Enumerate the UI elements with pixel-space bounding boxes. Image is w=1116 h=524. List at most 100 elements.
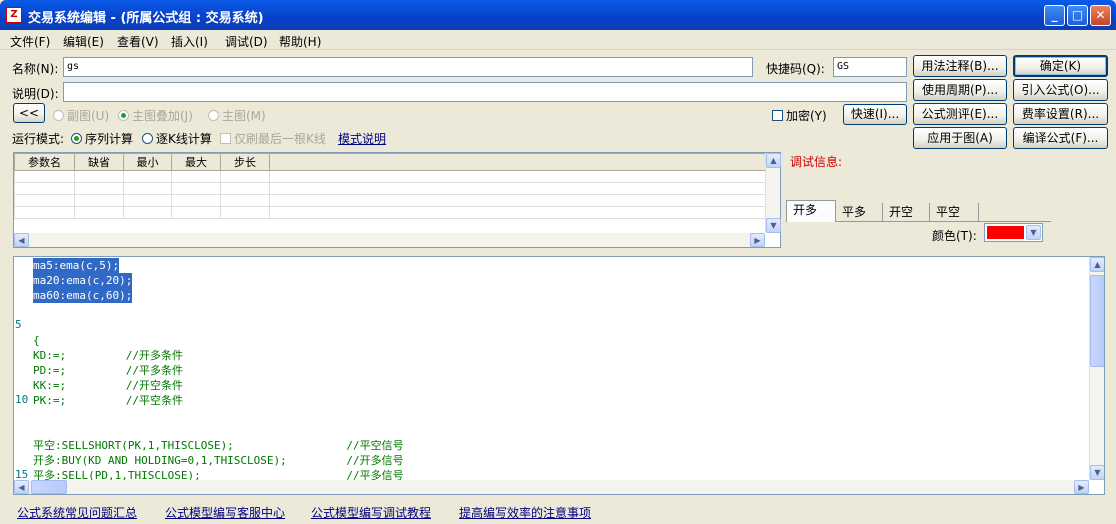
table-row[interactable] bbox=[14, 206, 766, 219]
scroll-left-icon[interactable]: ◀ bbox=[14, 480, 29, 494]
window-title: 交易系统编辑 - (所属公式组 : 交易系统) bbox=[28, 11, 264, 26]
description-input[interactable] bbox=[63, 82, 907, 102]
option-subchart[interactable]: 副图(U) bbox=[53, 107, 109, 124]
serial-radio[interactable] bbox=[71, 133, 82, 144]
import-formula-button[interactable]: 引入公式(O)... bbox=[1013, 79, 1108, 101]
mode-help-link[interactable]: 模式说明 bbox=[338, 130, 386, 147]
code-line[interactable]: PD:=; //平多条件 bbox=[33, 363, 183, 378]
debug-info-label: 调试信息: bbox=[790, 155, 843, 169]
line-number: 10 bbox=[15, 393, 29, 406]
code-line[interactable]: ma5:ema(c,5); bbox=[33, 258, 120, 273]
footer-link-support[interactable]: 公式模型编写客服中心 bbox=[165, 504, 285, 521]
maximize-button[interactable]: □ bbox=[1067, 5, 1088, 26]
menu-file[interactable]: 文件(F) bbox=[10, 33, 50, 50]
encrypt-checkbox[interactable] bbox=[772, 110, 783, 121]
menu-bar: 文件(F) 编辑(E) 查看(V) 插入(I) 调试(D) 帮助(H) bbox=[0, 30, 1116, 50]
code-line[interactable]: ma20:ema(c,20); bbox=[33, 273, 133, 288]
hotkey-input[interactable]: GS bbox=[833, 57, 907, 77]
name-input[interactable]: gs bbox=[63, 57, 753, 77]
line-number: 5 bbox=[15, 318, 22, 331]
close-button[interactable]: ✕ bbox=[1090, 5, 1111, 26]
app-icon: Z bbox=[6, 7, 22, 23]
tab-open-long[interactable]: 开多 bbox=[786, 200, 836, 222]
scroll-right-icon[interactable]: ▶ bbox=[750, 233, 765, 247]
use-period-button[interactable]: 使用周期(P)... bbox=[913, 79, 1007, 101]
menu-debug[interactable]: 调试(D) bbox=[225, 33, 268, 50]
hscroll-thumb[interactable] bbox=[31, 480, 67, 494]
ok-button[interactable]: 确定(K) bbox=[1013, 55, 1108, 77]
scroll-up-icon[interactable]: ▲ bbox=[1090, 257, 1104, 272]
subchart-radio[interactable] bbox=[53, 110, 64, 121]
code-editor[interactable]: ma5:ema(c,5); ma20:ema(c,20); ma60:ema(c,6… bbox=[13, 256, 1105, 495]
param-vscrollbar[interactable]: ▲ ▼ bbox=[765, 153, 781, 233]
encrypt-option[interactable]: 加密(Y) bbox=[772, 107, 827, 124]
bar-label: 逐K线计算 bbox=[156, 132, 212, 146]
code-line[interactable]: KK:=; //开空条件 bbox=[33, 378, 183, 393]
name-label: 名称(N): bbox=[12, 62, 59, 76]
menu-view[interactable]: 查看(V) bbox=[117, 33, 159, 50]
collapse-button[interactable]: << bbox=[13, 103, 45, 123]
tab-close-long[interactable]: 平多 bbox=[836, 203, 883, 222]
run-mode-label: 运行模式: bbox=[12, 132, 65, 146]
editor-hscrollbar[interactable]: ◀ ▶ bbox=[14, 480, 1089, 494]
last-bar-checkbox[interactable] bbox=[220, 133, 231, 144]
title-bar[interactable]: Z 交易系统编辑 - (所属公式组 : 交易系统) _ □ ✕ bbox=[0, 0, 1116, 30]
header-max[interactable]: 最大 bbox=[171, 153, 221, 171]
param-hscrollbar[interactable]: ◀ ▶ bbox=[14, 233, 765, 247]
scroll-up-icon[interactable]: ▲ bbox=[766, 153, 781, 168]
menu-edit[interactable]: 编辑(E) bbox=[63, 33, 104, 50]
bar-radio[interactable] bbox=[142, 133, 153, 144]
tab-close-short[interactable]: 平空 bbox=[930, 203, 979, 222]
scroll-right-icon[interactable]: ▶ bbox=[1074, 480, 1089, 494]
apply-chart-button[interactable]: 应用于图(A) bbox=[913, 127, 1007, 149]
editor-vscrollbar[interactable]: ▲ ▼ bbox=[1089, 257, 1104, 480]
scroll-down-icon[interactable]: ▼ bbox=[766, 218, 781, 233]
description-label: 说明(D): bbox=[12, 87, 59, 101]
code-line[interactable]: 平空:SELLSHORT(PK,1,THISCLOSE); //平空信号 bbox=[33, 438, 404, 453]
header-min[interactable]: 最小 bbox=[123, 153, 172, 171]
chevron-down-icon[interactable]: ▼ bbox=[1026, 225, 1041, 240]
table-row[interactable] bbox=[14, 170, 766, 183]
serial-label: 序列计算 bbox=[85, 132, 134, 146]
footer-link-faq[interactable]: 公式系统常见问题汇总 bbox=[17, 504, 137, 521]
color-label: 颜色(T): bbox=[932, 229, 977, 243]
quick-button[interactable]: 快速(I)... bbox=[843, 104, 907, 125]
menu-help[interactable]: 帮助(H) bbox=[279, 33, 321, 50]
code-line[interactable]: PK:=; //平空条件 bbox=[33, 393, 183, 408]
fee-settings-button[interactable]: 费率设置(R)... bbox=[1013, 103, 1108, 125]
code-line[interactable]: ma60:ema(c,60); bbox=[33, 288, 133, 303]
last-bar-option[interactable]: 仅刷最后一根K线 bbox=[220, 130, 326, 147]
param-table[interactable]: 参数名 缺省 最小 最大 步长 ▲ ▼ ◀ ▶ bbox=[13, 152, 781, 248]
header-filler bbox=[269, 153, 766, 171]
option-mainchart[interactable]: 主图(M) bbox=[208, 107, 266, 124]
footer-link-tutorial[interactable]: 公式模型编写调试教程 bbox=[311, 504, 431, 521]
minimize-button[interactable]: _ bbox=[1044, 5, 1065, 26]
table-row[interactable] bbox=[14, 194, 766, 207]
tab-open-short[interactable]: 开空 bbox=[883, 203, 930, 222]
color-select[interactable]: ▼ bbox=[984, 223, 1043, 242]
run-mode-bar[interactable]: 逐K线计算 bbox=[142, 130, 212, 147]
subchart-label: 副图(U) bbox=[67, 109, 110, 123]
param-header-row: 参数名 缺省 最小 最大 步长 bbox=[14, 153, 766, 171]
code-line[interactable]: KD:=; //开多条件 bbox=[33, 348, 183, 363]
run-mode-serial[interactable]: 序列计算 bbox=[71, 130, 133, 147]
table-row[interactable] bbox=[14, 182, 766, 195]
code-line[interactable]: 开多:BUY(KD AND HOLDING=0,1,THISCLOSE); //… bbox=[33, 453, 404, 468]
code-line[interactable]: { bbox=[33, 333, 40, 348]
compile-formula-button[interactable]: 编译公式(F)... bbox=[1013, 127, 1108, 149]
header-param-name[interactable]: 参数名 bbox=[14, 153, 75, 171]
header-default[interactable]: 缺省 bbox=[74, 153, 124, 171]
formula-eval-button[interactable]: 公式测评(E)... bbox=[913, 103, 1007, 125]
menu-insert[interactable]: 插入(I) bbox=[171, 33, 208, 50]
mainchart-radio[interactable] bbox=[208, 110, 219, 121]
option-overlay[interactable]: 主图叠加(J) bbox=[118, 107, 193, 124]
scroll-left-icon[interactable]: ◀ bbox=[14, 233, 29, 247]
usage-notes-button[interactable]: 用法注释(B)... bbox=[913, 55, 1007, 77]
scroll-thumb[interactable] bbox=[1090, 275, 1104, 367]
footer-link-tips[interactable]: 提高编写效率的注意事项 bbox=[459, 504, 591, 521]
hotkey-label: 快捷码(Q): bbox=[766, 62, 825, 76]
header-step[interactable]: 步长 bbox=[220, 153, 270, 171]
overlay-radio[interactable] bbox=[118, 110, 129, 121]
mainchart-label: 主图(M) bbox=[222, 109, 266, 123]
scroll-down-icon[interactable]: ▼ bbox=[1090, 465, 1104, 480]
